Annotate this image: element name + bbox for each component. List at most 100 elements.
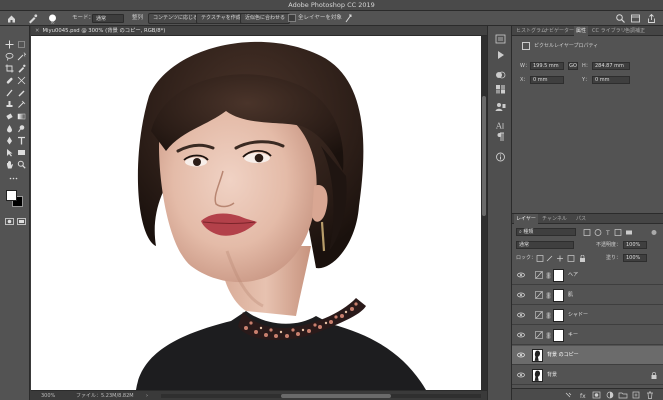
pressure-icon[interactable] xyxy=(343,13,354,24)
artboard-tool-icon[interactable] xyxy=(16,40,26,49)
all-layers-checkbox[interactable] xyxy=(288,14,296,22)
search-icon[interactable] xyxy=(615,13,626,24)
paragraph-panel-icon[interactable] xyxy=(495,132,506,142)
delete-layer-icon[interactable] xyxy=(647,391,653,399)
history-panel-icon[interactable] xyxy=(495,34,506,44)
layer-name[interactable]: シャドー xyxy=(568,306,588,325)
layer-kind-filter[interactable]: ⌕ 種類 xyxy=(516,228,576,236)
mask-link-icon[interactable] xyxy=(546,332,551,339)
height-field[interactable]: 284.87 mm xyxy=(592,62,630,70)
zoom-level[interactable]: 300% xyxy=(41,391,55,400)
vertical-scroll-thumb[interactable] xyxy=(482,96,486,216)
tab-cc-libraries[interactable]: CC ライブラリ xyxy=(590,26,628,36)
visibility-eye-icon[interactable] xyxy=(517,311,525,319)
workspace-icon[interactable] xyxy=(630,13,641,24)
mode-select[interactable]: 通常 xyxy=(92,14,124,23)
link-dimensions-button[interactable]: GO xyxy=(568,62,578,70)
width-field[interactable]: 199.5 mm xyxy=(530,62,564,70)
layer-name[interactable]: 肌 xyxy=(568,286,573,305)
brush-tool-icon[interactable] xyxy=(4,88,14,97)
horizontal-scrollbar[interactable] xyxy=(161,394,481,398)
blur-tool-icon[interactable] xyxy=(4,124,14,133)
new-layer-icon[interactable] xyxy=(632,391,640,399)
lasso-tool-icon[interactable] xyxy=(4,52,14,61)
spot-healing-brush-icon[interactable] xyxy=(27,13,38,24)
layer-row-selected[interactable]: 背景 のコピー xyxy=(512,346,663,365)
x-field[interactable]: 0 mm xyxy=(530,76,564,84)
mask-link-icon[interactable] xyxy=(546,292,551,299)
layer-row[interactable]: シャドー xyxy=(512,306,663,325)
red-eye-icon[interactable] xyxy=(16,76,26,85)
layer-row[interactable]: 背景 xyxy=(512,366,663,385)
eyedropper-icon[interactable] xyxy=(16,64,26,73)
file-size-info[interactable]: ファイル：5.23M/8.82M xyxy=(76,391,134,400)
magic-wand-icon[interactable] xyxy=(16,52,26,61)
create-texture-button[interactable]: テクスチャを作成 xyxy=(196,13,246,24)
layer-name[interactable]: キー xyxy=(568,326,578,345)
opacity-field[interactable]: 100% xyxy=(623,241,647,249)
mask-link-icon[interactable] xyxy=(546,272,551,279)
close-tab-icon[interactable]: ✕ xyxy=(35,28,39,34)
type-tool-icon[interactable] xyxy=(16,136,26,145)
brush-size-icon[interactable]: 30 xyxy=(47,13,58,25)
path-selection-icon[interactable] xyxy=(4,148,14,157)
rectangle-tool-icon[interactable] xyxy=(16,148,26,157)
info-panel-icon[interactable] xyxy=(495,152,506,162)
zoom-tool-icon[interactable] xyxy=(16,160,26,169)
layer-mask-thumbnail[interactable] xyxy=(553,329,564,342)
quick-mask-icon[interactable] xyxy=(4,217,14,226)
blend-mode-select[interactable]: 通常 xyxy=(516,241,574,249)
layer-thumbnail[interactable] xyxy=(532,349,543,362)
move-tool-icon[interactable] xyxy=(4,40,14,49)
home-icon[interactable] xyxy=(6,13,17,24)
visibility-eye-icon[interactable] xyxy=(517,371,525,379)
layer-mask-thumbnail[interactable] xyxy=(553,269,564,282)
layer-name[interactable]: ヘア xyxy=(568,266,578,285)
people-panel-icon[interactable] xyxy=(495,102,506,112)
layer-mask-thumbnail[interactable] xyxy=(553,309,564,322)
fill-field[interactable]: 100% xyxy=(623,254,647,262)
tab-navigator[interactable]: ナビゲーター xyxy=(542,26,576,36)
pen-tool-icon[interactable] xyxy=(4,136,14,145)
character-panel-icon[interactable]: A xyxy=(495,120,506,130)
layer-row[interactable]: キー xyxy=(512,326,663,345)
adjustment-layer-icon[interactable] xyxy=(606,391,614,399)
layer-row[interactable]: 肌 xyxy=(512,286,663,305)
document-tab[interactable]: ✕ Miyu0045.psd @ 300% (背景 のコピー, RGB/8*) xyxy=(31,26,487,36)
y-field[interactable]: 0 mm xyxy=(592,76,630,84)
new-group-icon[interactable] xyxy=(618,392,628,399)
document-canvas[interactable] xyxy=(31,36,487,390)
status-arrow-icon[interactable]: › xyxy=(146,391,148,400)
layer-name[interactable]: 背景 のコピー xyxy=(547,346,579,365)
history-brush-icon[interactable] xyxy=(16,100,26,109)
fx-icon[interactable]: fx xyxy=(580,393,586,400)
tab-channels[interactable]: チャンネル xyxy=(540,214,569,224)
horizontal-scroll-thumb[interactable] xyxy=(281,394,391,398)
tab-properties[interactable]: 属性 xyxy=(574,26,589,36)
eraser-tool-icon[interactable] xyxy=(4,112,14,121)
content-aware-button[interactable]: コンテンツに応じる xyxy=(148,13,204,24)
more-tools-icon[interactable] xyxy=(8,174,18,183)
gradient-tool-icon[interactable] xyxy=(16,112,26,121)
lock-icons[interactable] xyxy=(536,254,588,262)
crop-tool-icon[interactable] xyxy=(4,64,14,73)
visibility-eye-icon[interactable] xyxy=(517,351,525,359)
healing-brush-icon[interactable] xyxy=(4,76,14,85)
layer-thumbnail[interactable] xyxy=(532,369,543,382)
tab-adjustments[interactable]: 色調補正 xyxy=(623,26,647,36)
color-panel-icon[interactable] xyxy=(495,70,506,80)
link-layers-icon[interactable] xyxy=(565,392,572,398)
actions-play-icon[interactable] xyxy=(495,50,506,60)
visibility-eye-icon[interactable] xyxy=(517,331,525,339)
dodge-tool-icon[interactable] xyxy=(16,124,26,133)
layer-mask-thumbnail[interactable] xyxy=(553,289,564,302)
screen-mode-icon[interactable] xyxy=(16,217,26,226)
tab-layers[interactable]: レイヤー xyxy=(514,214,538,224)
share-icon[interactable] xyxy=(646,13,657,24)
visibility-eye-icon[interactable] xyxy=(517,271,525,279)
tab-paths[interactable]: パス xyxy=(574,214,588,224)
proximity-match-button[interactable]: 近似色に合わせる xyxy=(240,13,291,24)
clone-stamp-icon[interactable] xyxy=(4,100,14,109)
layer-row[interactable]: ヘア xyxy=(512,266,663,285)
mask-link-icon[interactable] xyxy=(546,312,551,319)
